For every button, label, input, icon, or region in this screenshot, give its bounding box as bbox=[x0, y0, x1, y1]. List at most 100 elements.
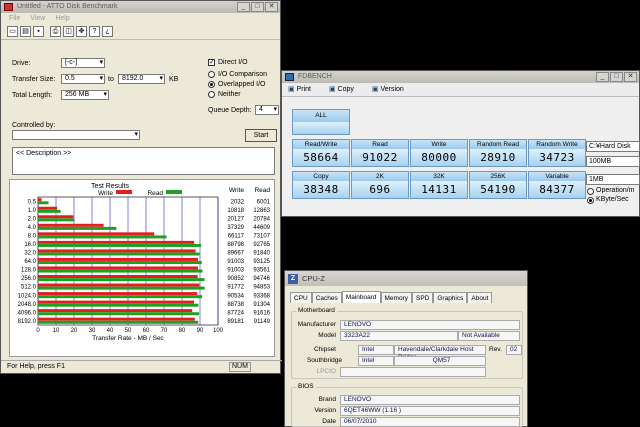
write-bar bbox=[38, 300, 194, 304]
cpuz-tabs: CPU Caches Mainboard Memory SPD Graphics… bbox=[290, 291, 493, 303]
description-box[interactable]: << Description >> bbox=[12, 147, 275, 175]
fdbench-close-button[interactable]: ✕ bbox=[624, 72, 637, 82]
all-label: ALL bbox=[293, 110, 349, 122]
write-value: 89667 bbox=[227, 251, 244, 257]
move-icon[interactable]: ✥ bbox=[76, 26, 87, 37]
queue-depth-select[interactable]: 4 bbox=[255, 105, 279, 115]
atto-toolbar: ▭ ▤ ▪ ⎙ ◫ ✥ ? ¿ bbox=[1, 24, 280, 40]
operation-radio[interactable] bbox=[587, 188, 594, 195]
date-label: Date bbox=[322, 418, 336, 425]
write-bar bbox=[38, 317, 195, 321]
write-value: 2032 bbox=[231, 199, 245, 205]
result-cell[interactable]: Random Write 34723 bbox=[528, 139, 586, 167]
close-button[interactable]: ✕ bbox=[265, 2, 278, 12]
save-icon[interactable]: ▪ bbox=[33, 26, 44, 37]
write-value: 90852 bbox=[227, 276, 244, 282]
fdbench-maximize-button[interactable]: □ bbox=[610, 72, 623, 82]
southbridge-name: QM57 bbox=[394, 356, 486, 366]
result-cell[interactable]: Write 80000 bbox=[410, 139, 468, 167]
read-bar bbox=[38, 286, 205, 290]
result-cell[interactable]: 2K 696 bbox=[351, 171, 409, 199]
tab-memory[interactable]: Memory bbox=[380, 292, 412, 303]
legend-read-swatch bbox=[166, 190, 182, 194]
direct-io-checkbox[interactable]: ✓ bbox=[208, 59, 215, 66]
result-cell[interactable]: Read/Write 58664 bbox=[292, 139, 350, 167]
maximize-button[interactable]: □ bbox=[251, 2, 264, 12]
print-button[interactable]: Print bbox=[288, 83, 311, 96]
total-length-select[interactable]: 256 MB bbox=[61, 90, 109, 100]
x-tick-label: 50 bbox=[125, 328, 132, 334]
tab-caches[interactable]: Caches bbox=[311, 292, 342, 303]
read-value: 91616 bbox=[253, 310, 270, 316]
brand-value: LENOVO bbox=[340, 395, 520, 405]
io-comparison-radio[interactable] bbox=[208, 71, 215, 78]
read-bar bbox=[38, 320, 199, 324]
result-label: Read bbox=[352, 140, 408, 149]
cpuz-titlebar[interactable]: Z CPU-Z bbox=[285, 271, 527, 286]
result-cell[interactable]: Read 91022 bbox=[351, 139, 409, 167]
open-icon[interactable]: ▤ bbox=[20, 26, 31, 37]
version-button[interactable]: Version bbox=[372, 83, 403, 96]
result-cell[interactable]: Variable 84377 bbox=[528, 171, 586, 199]
category-label: 1.0 bbox=[28, 208, 37, 214]
menu-help[interactable]: Help bbox=[55, 13, 69, 24]
motherboard-group-title: Motherboard bbox=[296, 307, 337, 314]
tab-mainboard[interactable]: Mainboard bbox=[341, 291, 381, 303]
category-label: 64.0 bbox=[24, 259, 36, 265]
category-label: 0.5 bbox=[28, 199, 37, 205]
category-label: 512.0 bbox=[21, 285, 37, 291]
drive-select[interactable]: [-c-] bbox=[61, 58, 105, 68]
new-icon[interactable]: ▭ bbox=[7, 26, 18, 37]
tab-spd[interactable]: SPD bbox=[411, 292, 434, 303]
result-cell[interactable]: 32K 14131 bbox=[410, 171, 468, 199]
neither-radio[interactable] bbox=[208, 91, 215, 98]
menu-view[interactable]: View bbox=[30, 13, 45, 24]
drive-select[interactable]: C:¥Hard Disk bbox=[586, 141, 640, 152]
fdbench-minimize-button[interactable]: _ bbox=[596, 72, 609, 82]
copy-button[interactable]: Copy bbox=[329, 83, 354, 96]
print-preview-icon[interactable]: ◫ bbox=[63, 26, 74, 37]
hint-icon[interactable]: ? bbox=[89, 26, 100, 37]
tab-about[interactable]: About bbox=[467, 292, 493, 303]
transfer-to-select[interactable]: 8192.0 bbox=[118, 74, 165, 84]
write-bar bbox=[38, 240, 195, 244]
category-label: 2048.0 bbox=[18, 302, 37, 308]
rev-label: Rev. bbox=[489, 346, 502, 353]
size-select[interactable]: 100MB bbox=[586, 156, 640, 167]
x-tick-label: 80 bbox=[179, 328, 186, 334]
category-label: 1024.0 bbox=[18, 293, 37, 299]
results-chart-panel: Test Results Write Read Write Read 0 10 20 30 40 5… bbox=[9, 179, 275, 357]
atto-app-icon bbox=[4, 3, 13, 11]
fdbench-toolbar: Print Copy Version bbox=[282, 83, 639, 97]
start-button[interactable]: Start bbox=[245, 129, 277, 142]
model-value: 3323A22 bbox=[340, 331, 458, 341]
write-value: 88798 bbox=[227, 242, 244, 248]
tab-cpu[interactable]: CPU bbox=[290, 292, 312, 303]
print-icon[interactable]: ⎙ bbox=[50, 26, 61, 37]
read-bar bbox=[38, 303, 199, 307]
minimize-button[interactable]: _ bbox=[237, 2, 250, 12]
help-icon[interactable]: ¿ bbox=[102, 26, 113, 37]
atto-titlebar[interactable]: Untitled - ATTO Disk Benchmark _ □ ✕ bbox=[1, 1, 280, 13]
overlapped-io-radio[interactable] bbox=[208, 81, 215, 88]
southbridge-label: Southbridge bbox=[306, 357, 342, 364]
chipset-name: Havendale/Clarkdale Host Bridge bbox=[394, 345, 486, 361]
block-select[interactable]: 1MB bbox=[586, 174, 640, 185]
atto-window: Untitled - ATTO Disk Benchmark _ □ ✕ File … bbox=[0, 0, 282, 374]
all-button[interactable]: ALL bbox=[292, 109, 350, 135]
legend-write-swatch bbox=[116, 190, 132, 194]
kbyte-radio[interactable] bbox=[587, 197, 594, 204]
write-value: 87724 bbox=[227, 310, 244, 316]
result-value: 34723 bbox=[529, 149, 585, 166]
controlled-by-select[interactable] bbox=[12, 130, 140, 140]
menu-file[interactable]: File bbox=[9, 13, 20, 24]
transfer-from-select[interactable]: 0.5 bbox=[61, 74, 105, 84]
fdbench-titlebar[interactable]: FDBENCH _ □ ✕ bbox=[282, 71, 639, 83]
category-label: 4.0 bbox=[28, 225, 37, 231]
result-cell[interactable]: 256K 54190 bbox=[469, 171, 527, 199]
read-bar bbox=[38, 235, 167, 239]
result-cell[interactable]: Random Read 28910 bbox=[469, 139, 527, 167]
controlled-by-label: Controlled by: bbox=[12, 122, 56, 129]
tab-graphics[interactable]: Graphics bbox=[433, 292, 468, 303]
result-cell[interactable]: Copy 38348 bbox=[292, 171, 350, 199]
